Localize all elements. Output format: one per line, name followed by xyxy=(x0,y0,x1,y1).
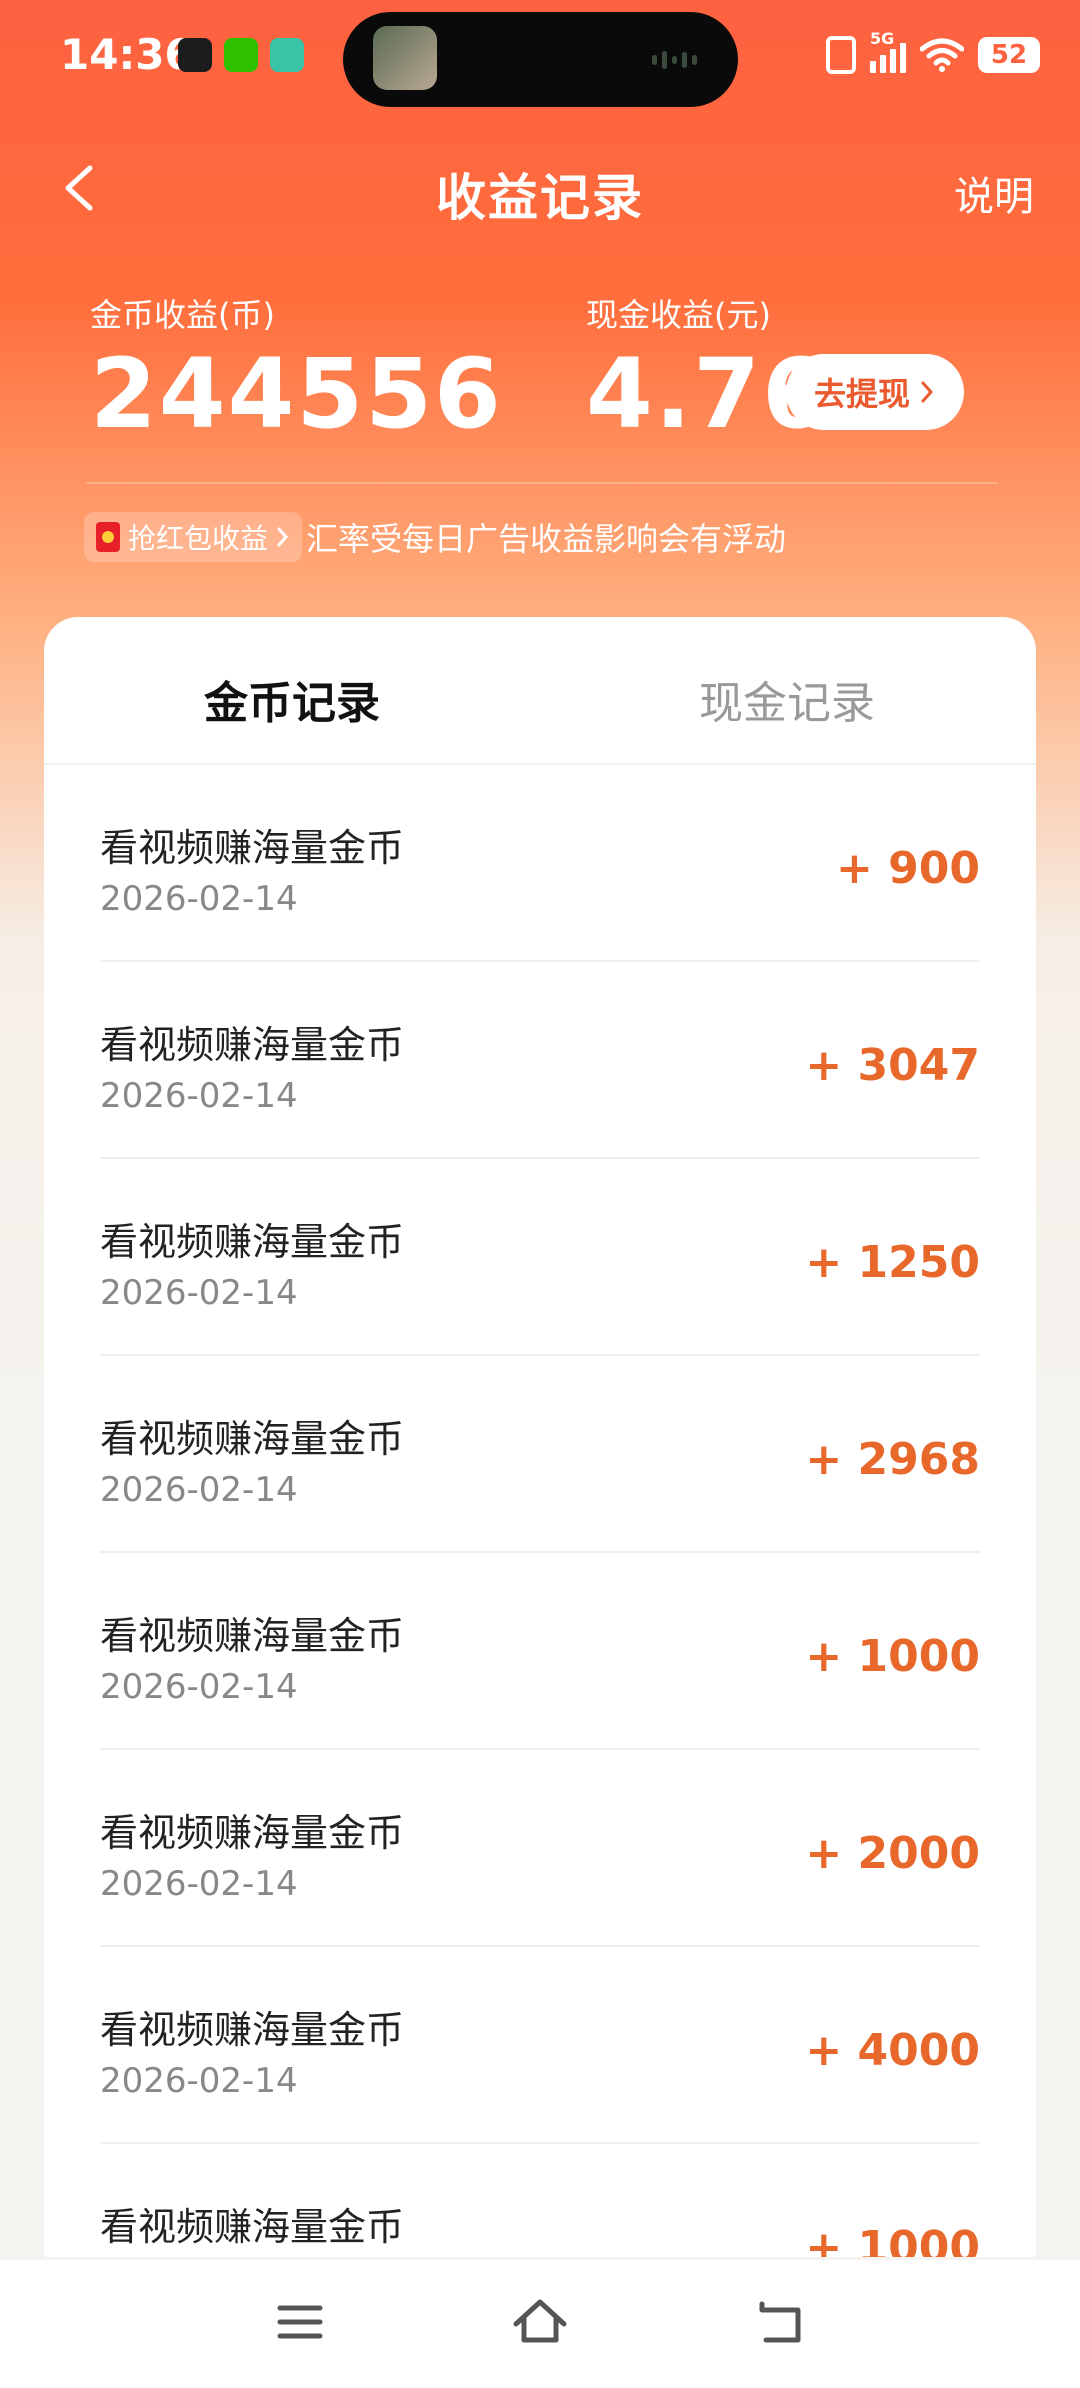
nav-bar: 收益记录 说明 xyxy=(0,150,1080,230)
vibrate-icon xyxy=(826,36,856,74)
list-item: 看视频赚海量金币 2026-02-14 + 1000 xyxy=(100,1553,980,1750)
status-time: 14:36 xyxy=(60,30,194,79)
coin-earnings-value: 244556 xyxy=(90,338,503,450)
record-date: 2026-02-14 xyxy=(100,1667,298,1707)
records-tabs: 金币记录 现金记录 xyxy=(44,617,1036,765)
red-packet-icon xyxy=(96,522,120,552)
exchange-rate-notice: 汇率受每日广告收益影响会有浮动 xyxy=(306,520,787,558)
record-date: 2026-02-14 xyxy=(100,879,298,919)
record-title: 看视频赚海量金币 xyxy=(100,1417,405,1461)
list-item: 看视频赚海量金币 2026-02-14 + 2000 xyxy=(100,1750,980,1947)
cell-signal-icon: 5G xyxy=(870,29,906,73)
record-title: 看视频赚海量金币 xyxy=(100,1614,405,1658)
record-amount: + 1000 xyxy=(805,2222,980,2257)
status-indicators: 5G 52 xyxy=(826,29,1040,74)
record-amount: + 4000 xyxy=(805,2025,980,2076)
tab-cash-records[interactable]: 现金记录 xyxy=(699,667,875,731)
record-title: 看视频赚海量金币 xyxy=(100,1811,405,1855)
list-item: 看视频赚海量金币 2026-02-14 + 900 xyxy=(100,765,980,962)
record-date: 2026-02-14 xyxy=(100,1273,298,1313)
status-bar: 14:36 5G 52 xyxy=(0,0,1080,120)
tab-coin-records[interactable]: 金币记录 xyxy=(204,667,380,731)
record-title: 看视频赚海量金币 xyxy=(100,826,405,870)
network-type-label: 5G xyxy=(870,29,895,48)
record-amount: + 900 xyxy=(835,843,980,894)
withdraw-button-label: 去提现 xyxy=(813,375,910,413)
coin-earnings-label: 金币收益(币) xyxy=(90,296,275,334)
record-amount: + 1250 xyxy=(805,1237,980,1288)
battery-indicator: 52 xyxy=(978,37,1040,73)
records-list: 看视频赚海量金币 2026-02-14 + 900 看视频赚海量金币 2026-… xyxy=(100,765,980,2257)
list-item: 看视频赚海量金币 2026-02-14 + 4000 xyxy=(100,1947,980,2144)
withdraw-button[interactable]: 去提现 xyxy=(786,354,964,430)
dynamic-island[interactable] xyxy=(343,12,738,107)
home-icon[interactable] xyxy=(508,2290,572,2354)
record-title: 看视频赚海量金币 xyxy=(100,1220,405,1264)
cash-earnings-label: 现金收益(元) xyxy=(586,296,771,334)
record-date: 2026-02-14 xyxy=(100,2061,298,2101)
record-amount: + 1000 xyxy=(805,1631,980,1682)
wifi-icon xyxy=(920,38,964,72)
red-packet-chip-label: 抢红包收益 xyxy=(128,522,269,555)
shield-app-icon xyxy=(270,38,304,72)
record-date: 2026-02-14 xyxy=(100,1864,298,1904)
back-icon[interactable] xyxy=(748,2290,812,2354)
page-title: 收益记录 xyxy=(436,169,644,227)
record-date: 2026-02-14 xyxy=(100,1076,298,1116)
exchange-notice: 抢红包收益 汇率受每日广告收益影响会有浮动 xyxy=(84,512,786,562)
media-thumbnail xyxy=(373,26,437,90)
header-divider xyxy=(86,482,998,484)
list-item: 看视频赚海量金币 2026-02-14 + 3047 xyxy=(100,962,980,1159)
record-date: 2026-02-14 xyxy=(100,1470,298,1510)
list-item: 看视频赚海量金币 2026-02-14 + 1000 xyxy=(100,2144,980,2257)
status-app-icons xyxy=(178,38,304,72)
menu-icon[interactable] xyxy=(268,2290,332,2354)
record-title: 看视频赚海量金币 xyxy=(100,2205,405,2249)
list-item: 看视频赚海量金币 2026-02-14 + 1250 xyxy=(100,1159,980,1356)
chevron-right-icon xyxy=(277,527,289,547)
red-packet-earnings-chip[interactable]: 抢红包收益 xyxy=(84,512,303,562)
system-nav-bar xyxy=(0,2260,1080,2388)
record-title: 看视频赚海量金币 xyxy=(100,1023,405,1067)
record-amount: + 2000 xyxy=(805,1828,980,1879)
list-item: 看视频赚海量金币 2026-02-14 + 2968 xyxy=(100,1356,980,1553)
record-amount: + 2968 xyxy=(805,1434,980,1485)
chevron-right-icon xyxy=(921,381,934,403)
audio-wave-icon xyxy=(652,50,708,70)
help-button[interactable]: 说明 xyxy=(954,164,1034,222)
earnings-summary: 金币收益(币) 244556 现金收益(元) 4.76 去提现 xyxy=(0,290,1080,490)
music-app-icon xyxy=(178,38,212,72)
records-card: 金币记录 现金记录 看视频赚海量金币 2026-02-14 + 900 看视频赚… xyxy=(44,617,1036,2257)
record-amount: + 3047 xyxy=(805,1040,980,1091)
wechat-app-icon xyxy=(224,38,258,72)
record-title: 看视频赚海量金币 xyxy=(100,2008,405,2052)
